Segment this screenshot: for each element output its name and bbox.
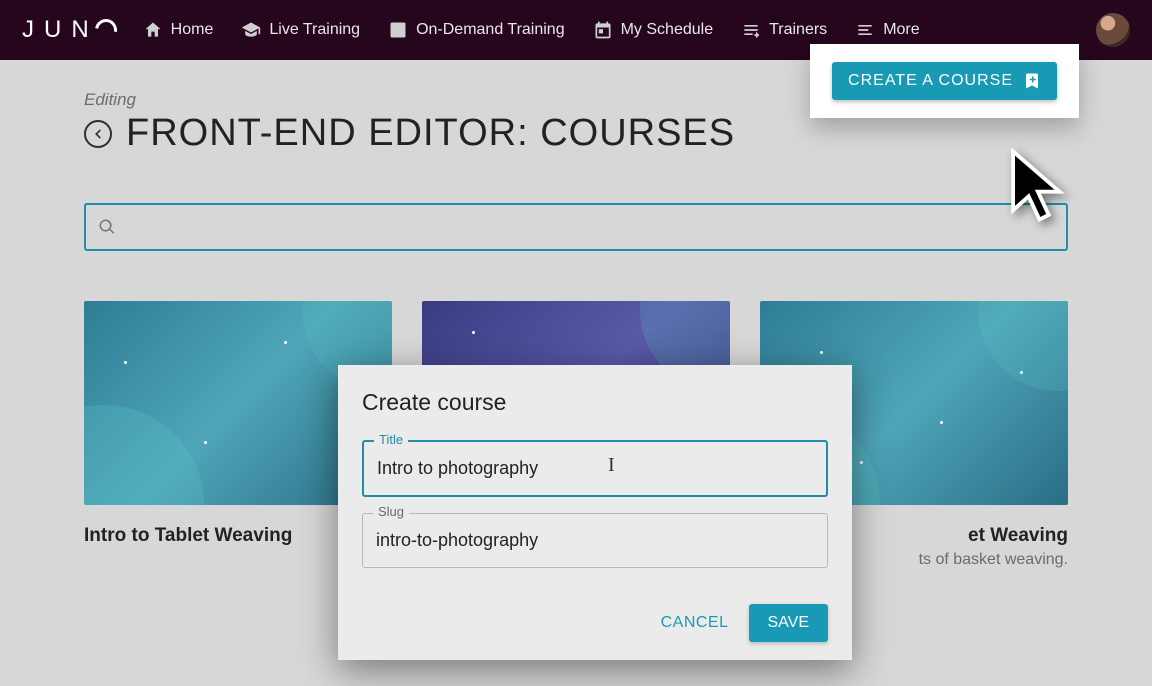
title-field[interactable]: Title I (362, 440, 828, 497)
document-icon (388, 20, 408, 40)
save-button[interactable]: SAVE (749, 604, 829, 642)
title-input[interactable] (364, 442, 826, 495)
cancel-button[interactable]: CANCEL (661, 614, 729, 632)
text-cursor-icon: I (608, 454, 615, 477)
nav-schedule[interactable]: My Schedule (593, 20, 714, 40)
create-course-label: CREATE A COURSE (848, 72, 1013, 90)
brand-text: JUN (22, 16, 99, 44)
create-course-modal: Create course Title I Slug CANCEL SAVE (338, 365, 852, 660)
modal-actions: CANCEL SAVE (362, 604, 828, 642)
nav-more[interactable]: More (855, 20, 919, 40)
user-avatar[interactable] (1096, 13, 1130, 47)
create-course-button[interactable]: CREATE A COURSE (832, 62, 1057, 100)
nav-ondemand-label: On-Demand Training (416, 21, 565, 39)
nav-ondemand[interactable]: On-Demand Training (388, 20, 565, 40)
title-field-label: Title (374, 432, 408, 447)
back-button[interactable] (84, 120, 112, 148)
home-icon (143, 20, 163, 40)
nav-live-training[interactable]: Live Training (241, 20, 360, 40)
arrow-left-icon (91, 127, 105, 141)
nav-schedule-label: My Schedule (621, 21, 714, 39)
nav-home[interactable]: Home (143, 20, 214, 40)
brand-logo[interactable]: JUN (22, 16, 117, 44)
modal-heading: Create course (362, 389, 828, 416)
slug-input[interactable] (363, 514, 827, 567)
slug-field-label: Slug (373, 504, 409, 519)
trainers-icon (741, 20, 761, 40)
create-course-card: CREATE A COURSE (810, 44, 1079, 118)
nav-items: Home Live Training On-Demand Training My… (143, 20, 920, 40)
graduation-cap-icon (241, 20, 261, 40)
page-title: FRONT-END EDITOR: COURSES (126, 112, 735, 155)
nav-home-label: Home (171, 21, 214, 39)
bookmark-plus-icon (1023, 72, 1041, 90)
nav-trainers[interactable]: Trainers (741, 20, 827, 40)
calendar-icon (593, 20, 613, 40)
nav-more-label: More (883, 21, 919, 39)
menu-icon (855, 20, 875, 40)
nav-live-label: Live Training (269, 21, 360, 39)
search-field[interactable] (84, 203, 1068, 251)
cursor-arrow-icon (1010, 148, 1072, 226)
search-input[interactable] (126, 217, 1054, 237)
search-icon (98, 218, 116, 236)
slug-field[interactable]: Slug (362, 513, 828, 568)
page-title-row: FRONT-END EDITOR: COURSES (84, 112, 1068, 155)
nav-trainers-label: Trainers (769, 21, 827, 39)
